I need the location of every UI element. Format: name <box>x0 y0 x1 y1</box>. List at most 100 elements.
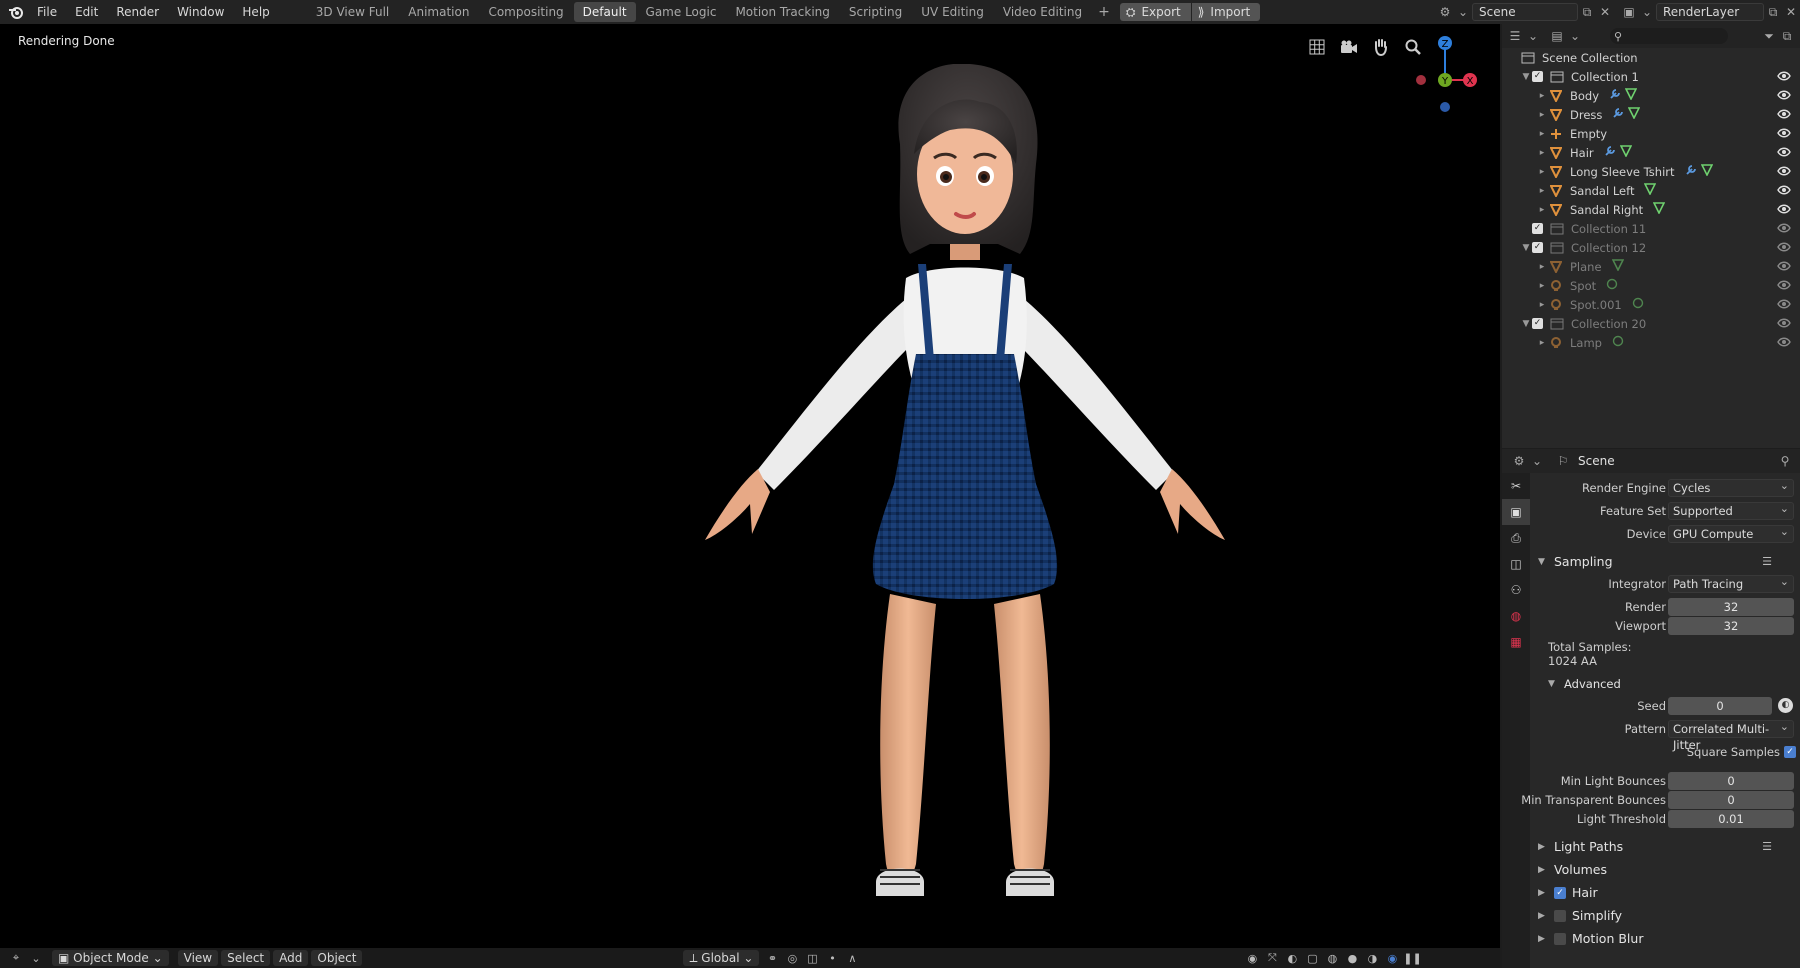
render-tab-icon[interactable]: ▣ <box>1502 499 1530 525</box>
modifier-wrench-icon[interactable] <box>1609 88 1621 103</box>
square-samples-row[interactable]: Square Samples ✓ <box>1534 741 1800 764</box>
close-icon[interactable]: ✕ <box>1596 3 1614 21</box>
animate-seed-icon[interactable]: ◐ <box>1778 698 1793 713</box>
close-icon[interactable]: ✕ <box>1782 3 1800 21</box>
chevron-down-icon[interactable]: ⌄ <box>1638 3 1656 21</box>
eye-visibility-icon[interactable] <box>1776 240 1792 254</box>
scene-collection-row[interactable]: Scene Collection <box>1502 48 1800 67</box>
collection-row[interactable]: Collection 11 <box>1502 219 1800 238</box>
sampling-section-header[interactable]: ▼ Sampling ☰ <box>1534 550 1800 573</box>
collection-row[interactable]: ▼ Collection 12 <box>1502 238 1800 257</box>
mesh-data-icon[interactable] <box>1644 183 1657 198</box>
camera-icon[interactable] <box>1338 36 1360 58</box>
min-transparent-bounces-field[interactable]: 0 <box>1668 791 1794 809</box>
exclude-checkbox[interactable] <box>1532 242 1543 253</box>
tab-3d-view-full[interactable]: 3D View Full <box>307 2 399 22</box>
pattern-dropdown[interactable]: Correlated Multi-Jitter <box>1668 719 1794 752</box>
expand-triangle-icon[interactable]: ▼ <box>1520 243 1532 253</box>
gizmo-toggle-icon[interactable]: ⤧ <box>1262 950 1282 966</box>
collapse-triangle-icon[interactable]: ▸ <box>1536 281 1548 291</box>
outliner-object-row[interactable]: ▸ Spot.001 <box>1502 295 1800 314</box>
rendered-shading-icon[interactable]: ◉ <box>1382 950 1402 966</box>
collection-row[interactable]: ▼ Collection 20 <box>1502 314 1800 333</box>
snap-target-icon[interactable]: ◫ <box>802 950 822 966</box>
chevron-down-icon[interactable]: ⌄ <box>1528 452 1546 470</box>
simplify-checkbox[interactable] <box>1554 909 1566 922</box>
editor-type-icon[interactable]: ⌖ <box>6 950 26 966</box>
new-scene-icon[interactable]: ⧉ <box>1578 3 1596 21</box>
expand-triangle-icon[interactable]: ▼ <box>1520 319 1532 329</box>
mesh-data-icon[interactable] <box>1628 107 1641 122</box>
menu-file[interactable]: File <box>28 0 66 24</box>
modifier-wrench-icon[interactable] <box>1612 107 1624 122</box>
eye-visibility-icon[interactable] <box>1776 107 1792 121</box>
add-workspace-button[interactable]: + <box>1092 4 1116 20</box>
menu-help[interactable]: Help <box>233 0 278 24</box>
eye-visibility-icon[interactable] <box>1776 88 1792 102</box>
exclude-checkbox[interactable] <box>1532 71 1543 82</box>
exclude-checkbox[interactable] <box>1532 223 1543 234</box>
blender-logo-icon[interactable] <box>4 0 28 24</box>
hand-pan-icon[interactable] <box>1370 36 1392 58</box>
presets-list-icon[interactable]: ☰ <box>1762 555 1772 568</box>
chevron-down-icon[interactable]: ⌄ <box>1566 27 1584 45</box>
filter-icon[interactable]: ⏷ <box>1760 27 1778 45</box>
mesh-data-icon[interactable] <box>1619 145 1632 160</box>
eye-visibility-icon[interactable] <box>1776 69 1792 83</box>
collapse-triangle-icon[interactable]: ▸ <box>1536 91 1548 101</box>
render-layer-icon[interactable]: ▣ <box>1620 3 1638 21</box>
tab-uv-editing[interactable]: UV Editing <box>912 2 993 22</box>
volumes-section-header[interactable]: ▶ Volumes <box>1534 858 1800 881</box>
light-data-icon[interactable] <box>1612 335 1624 350</box>
mesh-data-icon[interactable] <box>1611 259 1624 274</box>
modifier-wrench-icon[interactable] <box>1604 145 1616 160</box>
output-tab-icon[interactable]: ⎙ <box>1502 525 1530 551</box>
display-mode-icon[interactable]: ▤ <box>1548 27 1566 45</box>
eye-visibility-icon[interactable] <box>1776 335 1792 349</box>
integrator-dropdown[interactable]: Path Tracing <box>1668 574 1794 593</box>
proportional-edit-icon[interactable]: • <box>822 950 842 966</box>
menu-render[interactable]: Render <box>107 0 168 24</box>
render-samples-field[interactable]: 32 <box>1668 598 1794 616</box>
render-layer-field[interactable]: RenderLayer <box>1656 3 1764 21</box>
snap-icon[interactable]: ◎ <box>782 950 802 966</box>
collapse-triangle-icon[interactable]: ▸ <box>1536 129 1548 139</box>
eye-visibility-icon[interactable] <box>1776 202 1792 216</box>
hair-checkbox[interactable]: ✓ <box>1554 886 1566 899</box>
select-menu[interactable]: Select <box>221 950 271 966</box>
modifier-wrench-icon[interactable] <box>1685 164 1697 179</box>
outliner-object-row[interactable]: ▸ Empty <box>1502 124 1800 143</box>
tool-tab-icon[interactable]: ✂ <box>1502 473 1530 499</box>
presets-list-icon[interactable]: ☰ <box>1762 840 1772 853</box>
light-paths-section-header[interactable]: ▶ Light Paths ☰ <box>1534 835 1800 858</box>
tab-default[interactable]: Default <box>573 2 636 22</box>
advanced-section-header[interactable]: ▼ Advanced <box>1534 672 1800 695</box>
chevron-down-icon[interactable]: ⌄ <box>26 950 46 966</box>
world-tab-icon[interactable]: ◍ <box>1502 603 1530 629</box>
collapse-triangle-icon[interactable]: ▸ <box>1536 148 1548 158</box>
square-samples-checkbox[interactable]: ✓ <box>1784 746 1796 758</box>
feature-set-dropdown[interactable]: Supported <box>1668 501 1794 520</box>
collapse-triangle-icon[interactable]: ▸ <box>1536 205 1548 215</box>
render-engine-dropdown[interactable]: Cycles <box>1668 478 1794 497</box>
device-dropdown[interactable]: GPU Compute <box>1668 524 1794 543</box>
scene-name-field[interactable]: Scene <box>1472 3 1578 21</box>
motion-blur-section-header[interactable]: ▶ Motion Blur <box>1534 927 1800 950</box>
add-menu[interactable]: Add <box>273 950 309 966</box>
outliner-object-row[interactable]: ▸ Dress <box>1502 105 1800 124</box>
min-light-bounces-field[interactable]: 0 <box>1668 772 1794 790</box>
seed-field[interactable]: 0 <box>1668 697 1772 715</box>
outliner-type-icon[interactable]: ☰ <box>1506 27 1524 45</box>
grid-icon[interactable] <box>1306 36 1328 58</box>
pause-render-icon[interactable]: ❚❚ <box>1402 950 1422 966</box>
light-data-icon[interactable] <box>1632 297 1644 312</box>
exclude-checkbox[interactable] <box>1532 318 1543 329</box>
collapse-triangle-icon[interactable]: ▸ <box>1536 186 1548 196</box>
chevron-down-icon[interactable]: ⌄ <box>1454 3 1472 21</box>
eye-visibility-icon[interactable] <box>1776 183 1792 197</box>
tab-motion-tracking[interactable]: Motion Tracking <box>726 2 838 22</box>
tab-game-logic[interactable]: Game Logic <box>637 2 726 22</box>
hair-section-header[interactable]: ▶ ✓ Hair <box>1534 881 1800 904</box>
xray-icon[interactable]: ▢ <box>1302 950 1322 966</box>
new-layer-icon[interactable]: ⧉ <box>1764 3 1782 21</box>
